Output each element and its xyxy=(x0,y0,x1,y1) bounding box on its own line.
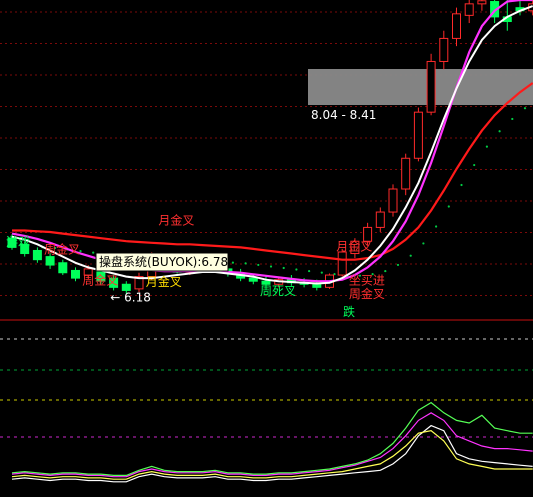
support-dot xyxy=(485,145,488,148)
divider-label: 跌 xyxy=(343,304,355,319)
signal-label: 周金叉 xyxy=(82,272,118,287)
indicator-panel-grid xyxy=(0,338,533,438)
candle-body xyxy=(375,211,385,228)
support-dot xyxy=(244,262,247,265)
candle-body xyxy=(477,0,487,5)
support-dot xyxy=(396,263,400,267)
candle-body xyxy=(312,283,322,288)
indicator-line xyxy=(11,401,533,476)
support-dot xyxy=(511,117,514,121)
candle-body xyxy=(413,111,423,159)
support-dot xyxy=(231,261,234,264)
support-dot xyxy=(460,183,463,187)
support-dots xyxy=(41,107,527,277)
support-dot xyxy=(384,269,387,273)
support-dot xyxy=(295,268,298,271)
candle-body xyxy=(121,283,131,291)
support-dot xyxy=(320,271,323,274)
support-dot xyxy=(269,265,273,268)
signal-label: 月金叉 xyxy=(146,274,182,289)
candle-body xyxy=(452,13,461,39)
ma-slow-line xyxy=(12,82,533,261)
candle-body xyxy=(58,262,68,274)
indicator-line xyxy=(11,430,533,480)
candle-body xyxy=(464,3,474,16)
candle-body xyxy=(337,251,347,276)
signal-label: 周金叉 xyxy=(44,242,80,257)
support-dot xyxy=(409,254,412,257)
support-dot xyxy=(308,269,311,273)
low-price-label: ← 6.18 xyxy=(110,290,151,304)
signal-label: 周死叉 xyxy=(260,284,296,298)
ma-fast-line xyxy=(11,5,533,285)
support-dot xyxy=(523,107,527,110)
candle-body xyxy=(32,249,42,261)
signal-label: 周金叉 xyxy=(349,286,385,301)
candle-body xyxy=(45,256,55,266)
indicator-lines xyxy=(11,401,533,483)
candle-body xyxy=(401,157,411,190)
candles xyxy=(7,0,533,294)
crosshair-tooltip: 操盘系统(BUYOK):6.78 xyxy=(95,252,229,272)
candle-body xyxy=(248,277,258,282)
support-dot xyxy=(435,225,438,228)
signal-label: 游戏 xyxy=(6,235,30,249)
signal-label: 坐买进 xyxy=(349,273,385,287)
tooltip-text: 操盘系统(BUYOK):6.78 xyxy=(99,254,228,269)
kline-chart: 8.04 - 8.41 月金叉周金叉周金叉月金叉月金叉周金叉周死叉游戏坐买进 ←… xyxy=(0,0,533,483)
support-dot xyxy=(257,263,260,267)
support-dot xyxy=(282,266,285,270)
signal-label: 月金叉 xyxy=(336,238,372,253)
signal-label: 月金叉 xyxy=(158,212,194,227)
support-dot xyxy=(473,163,476,167)
candle-body xyxy=(388,188,398,213)
support-dot xyxy=(447,205,450,208)
candle-body xyxy=(426,60,436,113)
range-box-label: 8.04 - 8.41 xyxy=(311,108,376,122)
candle-body xyxy=(439,37,449,62)
support-dot xyxy=(498,130,501,133)
candle-body xyxy=(71,269,80,279)
support-dot xyxy=(92,251,95,254)
support-dot xyxy=(422,242,425,245)
indicator-line xyxy=(11,412,533,478)
ma-mid-line xyxy=(11,0,533,283)
